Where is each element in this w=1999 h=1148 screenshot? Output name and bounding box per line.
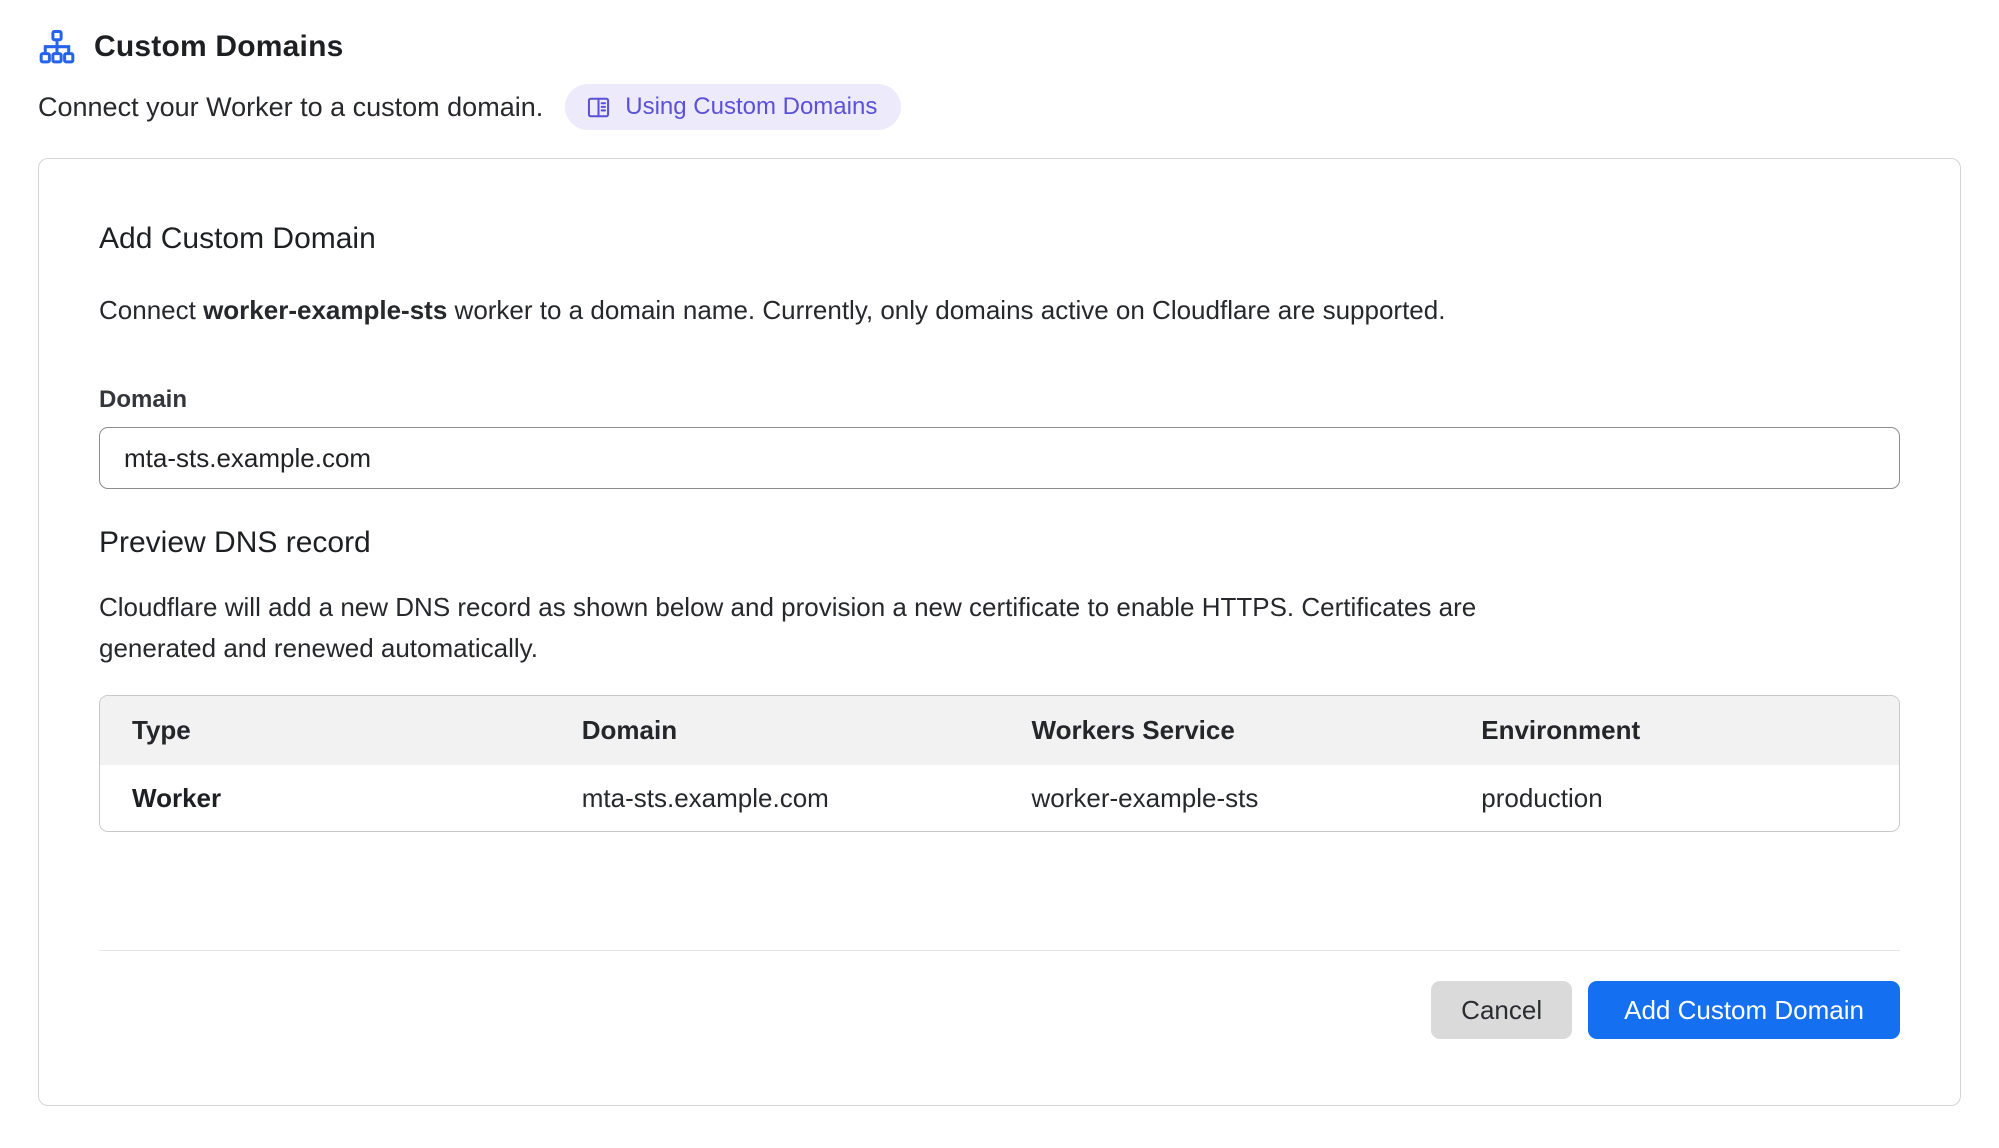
column-header-workers-service: Workers Service	[1000, 696, 1450, 765]
cell-workers-service: worker-example-sts	[1000, 765, 1450, 831]
preview-dns-description: Cloudflare will add a new DNS record as …	[99, 587, 1599, 669]
domain-label: Domain	[99, 385, 1900, 415]
add-custom-domain-panel: Add Custom Domain Connect worker-example…	[38, 158, 1961, 1106]
cell-type: Worker	[100, 765, 550, 831]
page-title: Custom Domains	[94, 30, 344, 64]
table-header-row: Type Domain Workers Service Environment	[100, 696, 1899, 765]
open-book-icon	[585, 94, 612, 121]
worker-name: worker-example-sts	[203, 295, 447, 325]
page-subtitle: Connect your Worker to a custom domain.	[38, 92, 543, 123]
sitemap-icon	[38, 28, 78, 66]
table-row: Worker mta-sts.example.com worker-exampl…	[100, 765, 1899, 831]
column-header-environment: Environment	[1449, 696, 1899, 765]
docs-link-badge[interactable]: Using Custom Domains	[565, 84, 901, 130]
column-header-type: Type	[100, 696, 550, 765]
panel-description: Connect worker-example-sts worker to a d…	[99, 293, 1900, 327]
add-custom-domain-button[interactable]: Add Custom Domain	[1588, 981, 1900, 1039]
cell-domain: mta-sts.example.com	[550, 765, 1000, 831]
column-header-domain: Domain	[550, 696, 1000, 765]
cancel-button[interactable]: Cancel	[1431, 981, 1572, 1039]
page-header: Custom Domains Connect your Worker to a …	[38, 28, 1961, 130]
panel-heading: Add Custom Domain	[99, 221, 1900, 257]
dns-preview-table: Type Domain Workers Service Environment …	[99, 695, 1900, 832]
footer-divider	[99, 950, 1900, 951]
preview-dns-heading: Preview DNS record	[99, 525, 1900, 561]
custom-domains-page: Custom Domains Connect your Worker to a …	[0, 0, 1999, 1106]
docs-link-label: Using Custom Domains	[625, 93, 877, 121]
domain-input[interactable]	[99, 427, 1900, 489]
cell-environment: production	[1449, 765, 1899, 831]
footer-actions: Cancel Add Custom Domain	[99, 981, 1900, 1039]
